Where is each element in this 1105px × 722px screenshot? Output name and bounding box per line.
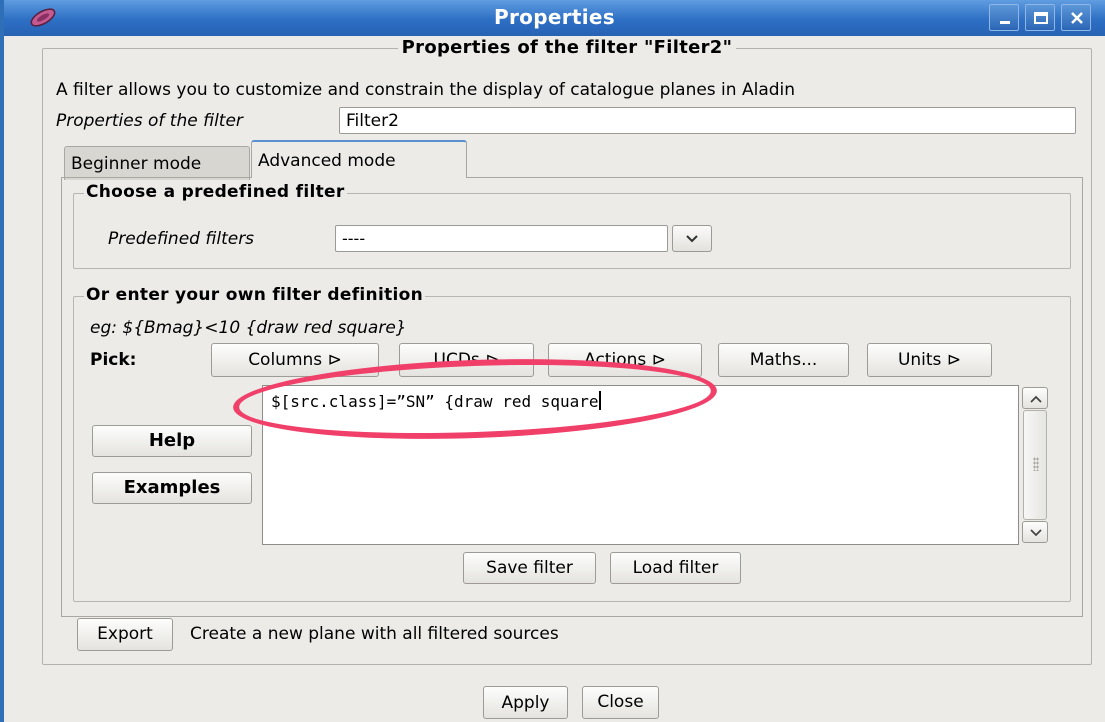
export-description: Create a new plane with all filtered sou… — [190, 624, 559, 644]
filter-definition-text: $[src.class]=”SN” {draw red square — [271, 392, 599, 411]
filter-description: A filter allows you to customize and con… — [56, 80, 796, 100]
filter-definition-editor[interactable]: $[src.class]=”SN” {draw red square — [262, 385, 1019, 545]
properties-window: Properties Properties of the filter "Fil… — [0, 0, 1105, 722]
tab-beginner-mode[interactable]: Beginner mode — [64, 146, 250, 180]
maximize-button[interactable] — [1025, 4, 1055, 31]
editor-scrollbar[interactable] — [1021, 385, 1049, 545]
close-window-button[interactable] — [1061, 4, 1091, 31]
filter-example-text: eg: ${Bmag}<10 {draw red square} — [90, 318, 407, 338]
predefined-dropdown-button[interactable] — [672, 225, 712, 252]
filter-name-input[interactable] — [339, 107, 1076, 134]
close-button[interactable]: Close — [582, 686, 659, 719]
columns-button[interactable]: Columns ⊳ — [211, 343, 379, 377]
grip-icon — [1033, 457, 1039, 471]
maximize-icon — [1034, 12, 1048, 24]
scroll-thumb[interactable] — [1023, 410, 1047, 520]
dialog-header-title: Properties of the filter "Filter2" — [397, 37, 737, 58]
predefined-filters-select[interactable]: ---- — [335, 225, 668, 252]
load-filter-button[interactable]: Load filter — [610, 552, 741, 584]
ucds-button[interactable]: UCDs ⊳ — [399, 343, 534, 377]
custom-group-title: Or enter your own filter definition — [84, 285, 426, 305]
pick-label: Pick: — [90, 350, 137, 370]
maths-button[interactable]: Maths... — [718, 343, 849, 377]
scroll-up-button[interactable] — [1022, 387, 1048, 409]
chevron-down-icon — [1030, 529, 1042, 537]
export-button[interactable]: Export — [77, 618, 173, 651]
properties-label: Properties of the filter — [56, 111, 243, 131]
apply-button[interactable]: Apply — [483, 686, 568, 719]
close-icon — [1071, 12, 1083, 24]
units-button[interactable]: Units ⊳ — [867, 343, 992, 377]
examples-button[interactable]: Examples — [92, 472, 252, 504]
save-filter-button[interactable]: Save filter — [463, 552, 596, 584]
window-title: Properties — [494, 5, 615, 29]
scroll-down-button[interactable] — [1022, 521, 1048, 543]
text-caret — [598, 391, 601, 410]
tab-advanced-mode[interactable]: Advanced mode — [251, 140, 467, 178]
predefined-filters-label: Predefined filters — [108, 229, 255, 249]
actions-button[interactable]: Actions ⊳ — [548, 343, 702, 377]
chevron-up-icon — [1030, 395, 1042, 403]
chevron-down-icon — [686, 235, 698, 243]
minimize-icon — [1000, 21, 1010, 24]
help-button[interactable]: Help — [92, 425, 252, 457]
minimize-button[interactable] — [989, 4, 1019, 31]
predefined-group-title: Choose a predefined filter — [84, 182, 347, 202]
title-bar[interactable]: Properties — [4, 0, 1105, 36]
